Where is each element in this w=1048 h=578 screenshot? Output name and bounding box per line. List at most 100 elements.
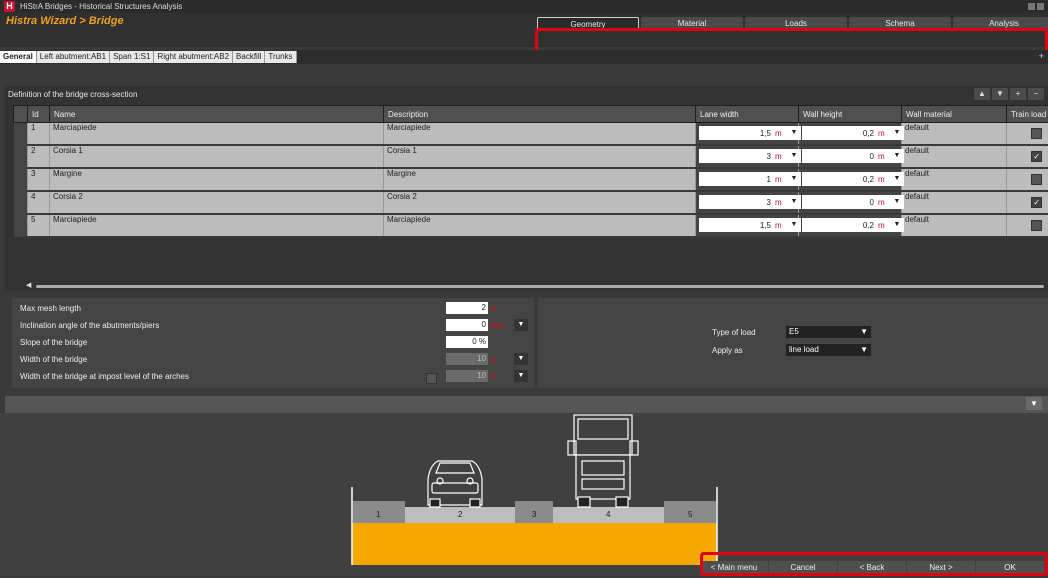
train-load-checkbox[interactable] [1031,220,1042,231]
table-row[interactable]: 1MarciapiedeMarciapiede1,5m▼0,2m▼default [14,123,1048,146]
row-selector[interactable] [14,214,28,237]
row-wall-material[interactable]: default [902,145,1007,168]
row-train-load-cell [1007,214,1048,237]
row-selector[interactable] [14,123,28,146]
horizontal-scrollbar[interactable] [36,285,1044,288]
row-name[interactable]: Marciapiede [50,123,384,146]
add-row-icon[interactable]: + [1010,88,1026,100]
table-row[interactable]: 3MargineMargine1m▼0,2m▼default [14,168,1048,191]
row-description[interactable]: Marciapiede [384,214,696,237]
row-description[interactable]: Corsia 2 [384,191,696,214]
chevron-down-icon[interactable]: ▼ [787,126,801,140]
row-wall-height-cell: 0,2m▼ [799,123,902,146]
restore-icon[interactable] [1037,3,1044,10]
table-row[interactable]: 4Corsia 2Corsia 23m▼0m▼default✓ [14,191,1048,214]
row-wall-material[interactable]: default [902,191,1007,214]
collapse-chevron-icon[interactable]: ▼ [1026,397,1042,410]
row-description[interactable]: Corsia 1 [384,145,696,168]
chevron-down-icon[interactable]: ▼ [787,218,801,232]
wall-height-input[interactable]: 0,2m▼ [802,218,890,232]
lane-width-input[interactable]: 1m▼ [699,172,787,186]
move-up-icon[interactable]: ▲ [974,88,990,100]
chevron-down-icon[interactable]: ▼ [890,218,904,232]
max-mesh-input[interactable]: 2 [446,302,488,314]
lane-width-input[interactable]: 1,5m▼ [699,126,787,140]
slope-input[interactable]: 0 % [446,336,488,348]
row-selector[interactable] [14,145,28,168]
width-dropdown-icon: ▼ [514,353,528,365]
remove-row-icon[interactable]: − [1028,88,1044,100]
chevron-down-icon[interactable]: ▼ [787,149,801,163]
column-header-description[interactable]: Description [384,106,696,123]
row-wall-material[interactable]: default [902,123,1007,146]
wall-height-input[interactable]: 0,2m▼ [802,126,890,140]
row-wall-material[interactable]: default [902,168,1007,191]
minimize-icon[interactable] [1028,3,1035,10]
train-load-checkbox[interactable]: ✓ [1031,197,1042,208]
table-row[interactable]: 5MarciapiedeMarciapiede1,5m▼0,2m▼default [14,214,1048,237]
row-wall-height-cell: 0,2m▼ [799,168,902,191]
lane-width-input[interactable]: 1,5m▼ [699,218,787,232]
row-wall-material[interactable]: default [902,214,1007,237]
row-description[interactable]: Marciapiede [384,123,696,146]
row-name[interactable]: Corsia 1 [50,145,384,168]
add-tab-icon[interactable]: + [1039,51,1044,61]
tab-trunks[interactable]: Trunks [265,51,296,63]
row-selector[interactable] [14,191,28,214]
tab-backfill[interactable]: Backfill [233,51,265,63]
row-name[interactable]: Margine [50,168,384,191]
chevron-down-icon[interactable]: ▼ [890,195,904,209]
column-header-train-load[interactable]: Train load [1007,106,1048,123]
train-load-checkbox[interactable] [1031,174,1042,185]
inclination-dropdown-icon[interactable]: ▼ [514,319,528,331]
lane-width-unit: m [775,152,787,161]
load-type-select[interactable]: E5▼ [786,326,871,338]
row-name[interactable]: Corsia 2 [50,191,384,214]
column-header-wall-material[interactable]: Wall material [902,106,1007,123]
inclination-input[interactable]: 0 [446,319,488,331]
apply-as-select[interactable]: line load▼ [786,344,871,356]
row-name[interactable]: Marciapiede [50,214,384,237]
chevron-down-icon[interactable]: ▼ [787,195,801,209]
table-row[interactable]: 2Corsia 1Corsia 13m▼0m▼default✓ [14,145,1048,168]
row-description[interactable]: Margine [384,168,696,191]
impost-width-input: 10 [446,370,488,382]
row-selector[interactable] [14,168,28,191]
tab-span-1[interactable]: Span 1:S1 [110,51,154,63]
train-load-checkbox[interactable] [1031,128,1042,139]
wall-height-input[interactable]: 0m▼ [802,195,890,209]
column-header-id[interactable]: Id [28,106,50,123]
max-mesh-unit: m [490,304,497,313]
lane-width-unit: m [775,175,787,184]
tab-left-abutment[interactable]: Left abutment:AB1 [37,51,110,63]
chevron-down-icon[interactable]: ▼ [890,126,904,140]
scroll-left-icon[interactable]: ◀ [26,281,31,289]
chevron-down-icon[interactable]: ▼ [787,172,801,186]
row-train-load-cell: ✓ [1007,145,1048,168]
select-all-header[interactable] [14,106,28,123]
tab-general[interactable]: General [0,51,37,63]
chevron-down-icon[interactable]: ▼ [890,149,904,163]
move-down-icon[interactable]: ▼ [992,88,1008,100]
wall-height-unit: m [878,198,890,207]
car-icon [428,461,482,507]
width-label: Width of the bridge [20,355,87,364]
lane-width-unit: m [775,198,787,207]
lane-width-input[interactable]: 3m▼ [699,149,787,163]
wall-height-input[interactable]: 0,2m▼ [802,172,890,186]
wall-height-input[interactable]: 0m▼ [802,149,890,163]
column-header-name[interactable]: Name [50,106,384,123]
column-header-lane-width[interactable]: Lane width [696,106,799,123]
impost-width-checkbox[interactable] [426,373,437,384]
train-load-checkbox[interactable]: ✓ [1031,151,1042,162]
wall-height-unit: m [878,175,890,184]
grid-toolbar: ▲ ▼ + − [972,88,1044,100]
chevron-down-icon: ▼ [860,326,868,338]
chevron-down-icon[interactable]: ▼ [890,172,904,186]
inclination-unit: deg [490,321,503,330]
lane-width-input[interactable]: 3m▼ [699,195,787,209]
column-header-wall-height[interactable]: Wall height [799,106,902,123]
row-lane-width-cell: 3m▼ [696,145,799,168]
tab-right-abutment[interactable]: Right abutment:AB2 [154,51,233,63]
load-settings-panel: Type of load E5▼ Apply as line load▼ [538,298,1048,388]
